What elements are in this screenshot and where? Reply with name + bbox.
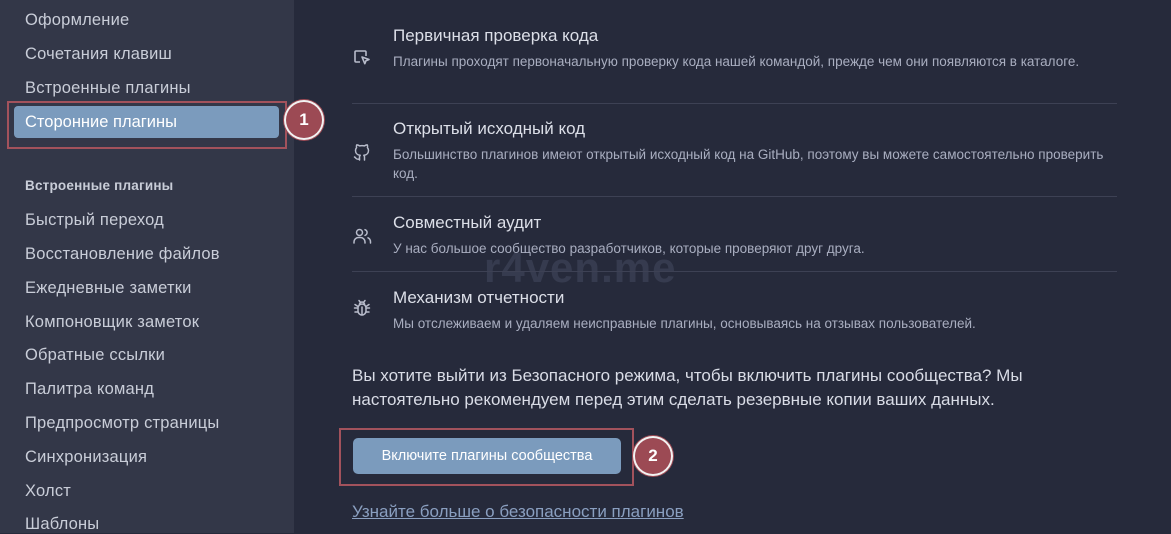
sidebar-item-file-recovery[interactable]: Восстановление файлов <box>25 245 220 264</box>
users-icon <box>352 226 372 246</box>
divider <box>352 196 1117 197</box>
github-icon <box>352 142 372 162</box>
highlight-box-2 <box>339 428 634 486</box>
feature-title: Механизм отчетности <box>393 288 565 307</box>
sidebar-item-command-palette[interactable]: Палитра команд <box>25 380 154 399</box>
feature-title: Открытый исходный код <box>393 119 586 138</box>
sidebar-item-appearance[interactable]: Оформление <box>25 11 129 30</box>
sidebar-item-hotkeys[interactable]: Сочетания клавиш <box>25 45 172 64</box>
highlight-box-1 <box>7 101 287 149</box>
feature-description: Мы отслеживаем и удаляем неисправные пла… <box>393 316 976 331</box>
sidebar-item-sync[interactable]: Синхронизация <box>25 448 147 467</box>
feature-description: У нас большое сообщество разработчиков, … <box>393 241 865 256</box>
sidebar-item-core-plugins[interactable]: Встроенные плагины <box>25 79 191 98</box>
sidebar-item-note-composer[interactable]: Компоновщик заметок <box>25 313 199 332</box>
feature-description: Большинство плагинов имеют открытый исхо… <box>393 147 1104 181</box>
feature-title: Первичная проверка кода <box>393 26 599 45</box>
sidebar-item-templates[interactable]: Шаблоны <box>25 515 99 534</box>
settings-sidebar: Оформление Сочетания клавиш Встроенные п… <box>0 0 294 533</box>
divider <box>352 103 1117 104</box>
divider <box>352 271 1117 272</box>
bug-icon <box>352 298 372 318</box>
sidebar-item-daily-notes[interactable]: Ежедневные заметки <box>25 279 192 298</box>
cursor-select-icon <box>352 48 372 68</box>
learn-more-link[interactable]: Узнайте больше о безопасности плагинов <box>352 502 684 522</box>
sidebar-item-page-preview[interactable]: Предпросмотр страницы <box>25 414 220 433</box>
safe-mode-question: Вы хотите выйти из Безопасного режима, ч… <box>352 366 1023 409</box>
step-badge-2: 2 <box>635 438 671 474</box>
feature-description: Плагины проходят первоначальную проверку… <box>393 54 1080 69</box>
feature-title: Совместный аудит <box>393 213 542 232</box>
sidebar-item-canvas[interactable]: Холст <box>25 482 71 501</box>
sidebar-section-core-plugins: Встроенные плагины <box>25 178 174 193</box>
sidebar-item-backlinks[interactable]: Обратные ссылки <box>25 346 165 365</box>
sidebar-item-quick-switcher[interactable]: Быстрый переход <box>25 211 164 230</box>
